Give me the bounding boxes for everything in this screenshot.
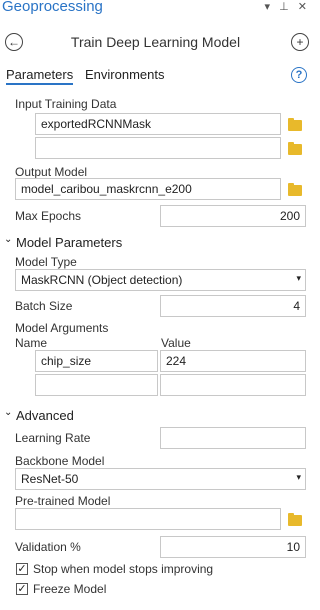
max-epochs-field[interactable]: 200 (160, 205, 306, 227)
backbone-model-dropdown[interactable]: ResNet-50 ▾ (15, 468, 306, 490)
pin-icon[interactable]: ⊥ (279, 1, 289, 13)
column-header-name: Name (15, 336, 48, 350)
pane-controls: ▾ ⊥ ✕ (259, 0, 307, 13)
stop-improving-label: Stop when model stops improving (33, 562, 214, 576)
learning-rate-label: Learning Rate (15, 431, 91, 445)
freeze-model-checkbox[interactable]: ✓ (16, 583, 28, 595)
chevron-down-icon[interactable]: ⌄ (4, 407, 12, 418)
model-type-label: Model Type (15, 255, 77, 269)
folder-browse-icon[interactable] (288, 183, 302, 196)
tab-parameters[interactable]: Parameters (6, 67, 74, 85)
output-model-field[interactable]: model_caribou_maskrcnn_e200 (15, 178, 281, 200)
dropdown-arrow-icon: ▾ (296, 472, 301, 482)
model-type-dropdown[interactable]: MaskRCNN (Object detection) ▾ (15, 269, 306, 291)
validation-label: Validation % (15, 540, 81, 554)
argument-name-field[interactable]: chip_size (35, 350, 158, 372)
pretrained-model-label: Pre-trained Model (15, 494, 111, 508)
backbone-model-value: ResNet-50 (21, 472, 79, 486)
dropdown-arrow-icon: ▾ (296, 273, 301, 283)
batch-size-label: Batch Size (15, 299, 73, 313)
argument-value-field[interactable] (160, 374, 306, 396)
advanced-header[interactable]: Advanced (16, 408, 74, 423)
backbone-model-label: Backbone Model (15, 454, 105, 468)
model-arguments-label: Model Arguments (15, 321, 109, 335)
input-training-data-field-2[interactable] (35, 137, 281, 159)
tab-environments[interactable]: Environments (85, 67, 164, 82)
model-parameters-header[interactable]: Model Parameters (16, 235, 122, 250)
pane-title: Geoprocessing (2, 0, 103, 15)
column-header-value: Value (161, 336, 191, 350)
input-training-data-field-1[interactable]: exportedRCNNMask (35, 113, 281, 135)
input-training-data-label: Input Training Data (15, 97, 117, 111)
help-icon[interactable]: ? (291, 67, 307, 83)
freeze-model-label: Freeze Model (33, 582, 107, 596)
batch-size-field[interactable]: 4 (160, 295, 306, 317)
add-icon[interactable]: + (291, 33, 309, 51)
folder-browse-icon[interactable] (288, 118, 302, 131)
pane-options-icon[interactable]: ▾ (265, 1, 271, 13)
stop-improving-checkbox[interactable]: ✓ (16, 563, 28, 575)
output-model-label: Output Model (15, 165, 88, 179)
folder-browse-icon[interactable] (288, 142, 302, 155)
tool-title: Train Deep Learning Model (70, 34, 241, 50)
pretrained-model-field[interactable] (15, 508, 281, 530)
max-epochs-label: Max Epochs (15, 209, 82, 223)
model-type-value: MaskRCNN (Object detection) (21, 273, 183, 287)
folder-browse-icon[interactable] (288, 513, 302, 526)
chevron-down-icon[interactable]: ⌄ (4, 234, 12, 245)
argument-name-field[interactable] (35, 374, 158, 396)
argument-value-field[interactable]: 224 (160, 350, 306, 372)
close-icon[interactable]: ✕ (298, 1, 307, 13)
validation-field[interactable]: 10 (160, 536, 306, 558)
learning-rate-field[interactable] (160, 427, 306, 449)
